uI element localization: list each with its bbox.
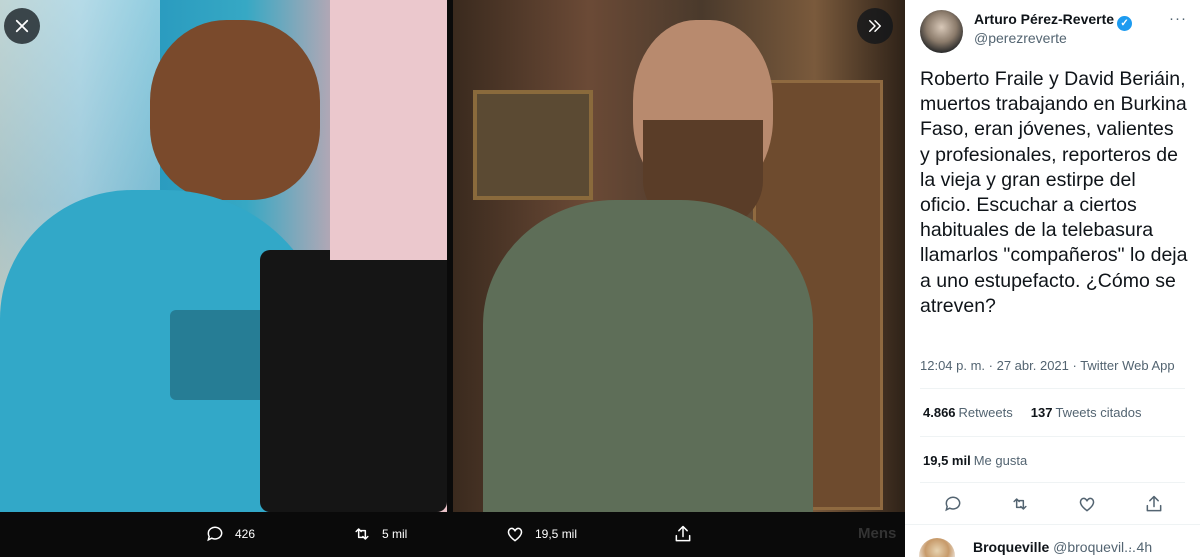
reply-button[interactable] — [943, 494, 965, 516]
photo-right[interactable] — [453, 0, 905, 512]
retweets-label: Retweets — [958, 405, 1013, 420]
like-count: 19,5 mil — [535, 527, 578, 541]
reply-count: 426 — [235, 527, 256, 541]
author-name-row[interactable]: Arturo Pérez-Reverte ✓ — [974, 11, 1133, 31]
tweet-meta[interactable]: 12:04 p. m. · 27 abr. 2021 · Twitter Web… — [920, 358, 1175, 373]
reply-author[interactable]: Broqueville @broquevil... — [973, 539, 1136, 555]
share-icon — [1146, 495, 1162, 512]
retweet-icon — [1013, 498, 1027, 510]
heart-icon — [1079, 497, 1095, 512]
like-action[interactable]: 19,5 mil — [505, 524, 577, 544]
likes-value: 19,5 mil — [923, 453, 971, 468]
author-avatar[interactable] — [920, 10, 963, 53]
expand-panel-button[interactable] — [857, 8, 893, 44]
like-button[interactable] — [1077, 494, 1099, 516]
share-action[interactable] — [673, 524, 703, 544]
likes-stats[interactable]: 19,5 mil Me gusta — [923, 453, 1027, 468]
reply-handle: @broquevil... — [1053, 539, 1136, 555]
verified-icon: ✓ — [1117, 16, 1133, 31]
divider — [920, 482, 1185, 483]
background-text: Mens — [858, 525, 897, 542]
heart-icon — [507, 527, 523, 542]
double-chevron-right-icon — [869, 20, 881, 32]
share-icon — [675, 525, 691, 542]
share-button[interactable] — [1144, 494, 1166, 516]
reply-icon — [945, 496, 961, 512]
more-options-icon[interactable]: ··· — [1169, 10, 1187, 27]
retweet-icon — [355, 528, 369, 540]
tweet-actions — [905, 494, 1200, 518]
reply-tweet[interactable]: Broqueville @broquevil... · 4h — [905, 528, 1200, 557]
divider — [920, 388, 1185, 389]
retweet-stats: 4.866 Retweets 137 Tweets citados — [923, 405, 1141, 420]
quotes-label: Tweets citados — [1055, 405, 1142, 420]
reply-time: · 4h — [1128, 539, 1153, 555]
likes-label: Me gusta — [973, 453, 1028, 468]
divider — [905, 524, 1200, 525]
media-action-bar: 426 5 mil 19,5 mil — [0, 512, 905, 557]
author-name: Arturo Pérez-Reverte — [974, 11, 1115, 27]
reply-action[interactable]: 426 — [205, 524, 255, 544]
divider — [920, 436, 1185, 437]
retweet-count: 5 mil — [382, 527, 408, 541]
author-handle[interactable]: @perezreverte — [974, 30, 1067, 46]
reply-icon — [207, 526, 223, 542]
quotes-value: 137 — [1030, 405, 1053, 420]
photo-left[interactable] — [0, 0, 447, 512]
reply-avatar[interactable] — [919, 538, 955, 557]
tweet-text: Roberto Fraile y David Beriáin, muertos … — [920, 68, 1188, 317]
tweet-panel: Arturo Pérez-Reverte ✓ @perezreverte ··· … — [905, 0, 1200, 557]
retweets-link[interactable]: 4.866 Retweets — [923, 405, 1013, 420]
retweet-button[interactable] — [1010, 494, 1032, 516]
close-button[interactable] — [4, 8, 40, 44]
media-viewer: 426 5 mil 19,5 mil Mens — [0, 0, 905, 557]
retweets-value: 4.866 — [923, 405, 956, 420]
quotes-link[interactable]: 137 Tweets citados — [1031, 405, 1142, 420]
retweet-action[interactable]: 5 mil — [352, 524, 407, 544]
close-icon — [15, 19, 29, 33]
reply-name: Broqueville — [973, 539, 1050, 555]
